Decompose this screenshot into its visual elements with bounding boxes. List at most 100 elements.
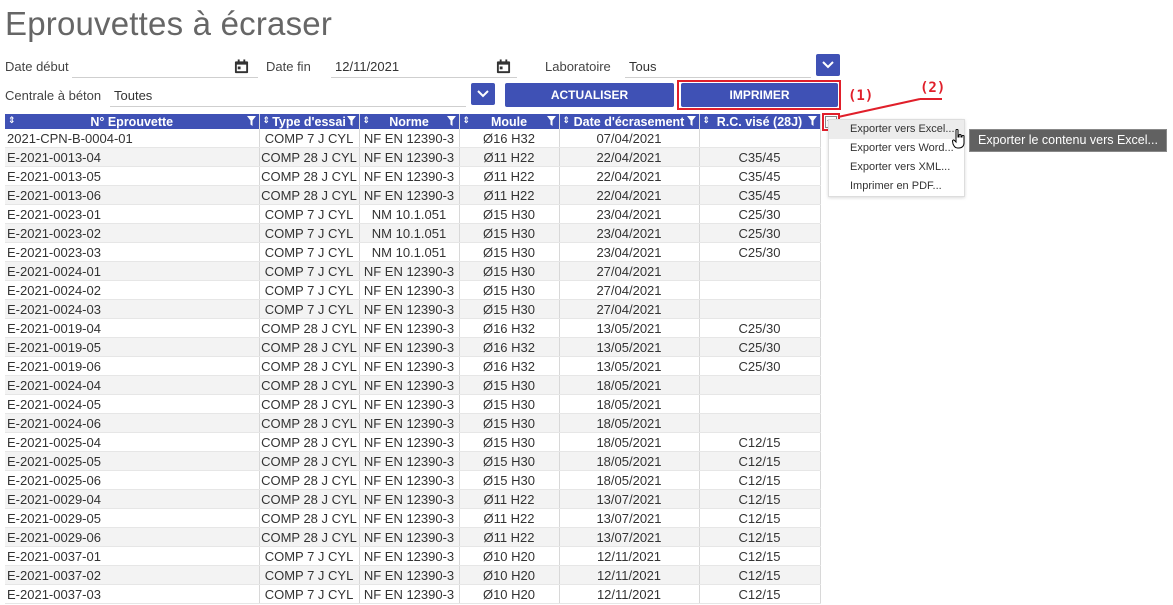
centrale-dropdown-button[interactable] [471,83,495,105]
cell-norme: NF EN 12390-3 [359,451,460,471]
table-row[interactable]: E-2021-0037-01 COMP 7 J CYL NF EN 12390-3 Ø… [5,546,821,566]
cell-type-essai: COMP 28 J CYL [259,185,360,205]
imprimer-button[interactable]: IMPRIMER [681,83,838,107]
cell-rc-vise: C25/30 [699,242,821,262]
export-excel-item[interactable]: Exporter vers Excel... [829,120,964,139]
table-row[interactable]: 2021-CPN-B-0004-01 COMP 7 J CYL NF EN 1239… [5,129,821,148]
filter-icon[interactable] [446,116,456,126]
cell-rc-vise [699,261,821,281]
actualiser-button[interactable]: ACTUALISER [505,83,674,107]
filter-icon[interactable] [686,116,696,126]
cell-moule: Ø15 H30 [459,280,560,300]
table-row[interactable]: E-2021-0024-01 COMP 7 J CYL NF EN 12390-3 Ø… [5,261,821,281]
cell-numero: 2021-CPN-B-0004-01 [5,129,260,148]
cell-moule: Ø15 H30 [459,261,560,281]
column-header-type-essai[interactable]: ⇕ Type d'essai [259,114,360,129]
cell-date-ecrasement: 27/04/2021 [559,280,700,300]
cell-moule: Ø11 H22 [459,185,560,205]
cell-norme: NF EN 12390-3 [359,470,460,490]
table-row[interactable]: E-2021-0024-02 COMP 7 J CYL NF EN 12390-3 Ø… [5,280,821,300]
print-pdf-item[interactable]: Imprimer en PDF... [829,177,964,196]
filter-icon[interactable] [246,116,256,126]
cell-norme: NF EN 12390-3 [359,299,460,319]
cell-numero: E-2021-0023-01 [5,204,260,224]
cell-type-essai: COMP 28 J CYL [259,470,360,490]
date-debut-field[interactable] [72,56,258,78]
cell-date-ecrasement: 23/04/2021 [559,204,700,224]
column-header-numero[interactable]: ⇕ N° Eprouvette [5,114,260,129]
cell-type-essai: COMP 28 J CYL [259,508,360,528]
cell-rc-vise: C35/45 [699,166,821,186]
column-header-rc-vise[interactable]: ⇕ R.C. visé (28J) [699,114,821,129]
cell-rc-vise: C12/15 [699,584,821,604]
eprouvettes-table: ⇕ N° Eprouvette ⇕ Type d'essai ⇕ Norme ⇕ Moule ⇕… [5,114,821,604]
export-xml-item[interactable]: Exporter vers XML... [829,158,964,177]
table-row[interactable]: E-2021-0037-02 COMP 7 J CYL NF EN 12390-3 Ø… [5,565,821,585]
table-row[interactable]: E-2021-0037-03 COMP 7 J CYL NF EN 12390-3 Ø… [5,584,821,604]
table-row[interactable]: E-2021-0025-06 COMP 28 J CYL NF EN 12390-3… [5,470,821,490]
cell-numero: E-2021-0024-02 [5,280,260,300]
sort-icon[interactable]: ⇕ [563,115,571,126]
cell-moule: Ø15 H30 [459,451,560,471]
cell-norme: NF EN 12390-3 [359,375,460,395]
cell-type-essai: COMP 28 J CYL [259,166,360,186]
cell-type-essai: COMP 7 J CYL [259,280,360,300]
filter-icon[interactable] [807,116,817,126]
cell-norme: NM 10.1.051 [359,204,460,224]
table-row[interactable]: E-2021-0023-03 COMP 7 J CYL NM 10.1.051 Ø15… [5,242,821,262]
laboratoire-select[interactable]: Tous [625,56,811,78]
cell-date-ecrasement: 18/05/2021 [559,375,700,395]
cell-moule: Ø10 H20 [459,584,560,604]
table-row[interactable]: E-2021-0025-05 COMP 28 J CYL NF EN 12390-3… [5,451,821,471]
table-row[interactable]: E-2021-0023-02 COMP 7 J CYL NM 10.1.051 Ø15… [5,223,821,243]
calendar-icon[interactable] [234,59,249,74]
table-row[interactable]: E-2021-0029-04 COMP 28 J CYL NF EN 12390-3… [5,489,821,509]
table-row[interactable]: E-2021-0024-06 COMP 28 J CYL NF EN 12390-3… [5,413,821,433]
centrale-select[interactable]: Toutes [110,85,466,107]
table-row[interactable]: E-2021-0013-06 COMP 28 J CYL NF EN 12390-3… [5,185,821,205]
table-row[interactable]: E-2021-0019-04 COMP 28 J CYL NF EN 12390-3… [5,318,821,338]
sort-icon[interactable]: ⇕ [8,115,16,126]
filter-icon[interactable] [346,116,356,126]
table-row[interactable]: E-2021-0013-04 COMP 28 J CYL NF EN 12390-3… [5,147,821,167]
cell-norme: NF EN 12390-3 [359,337,460,357]
table-row[interactable]: E-2021-0019-06 COMP 28 J CYL NF EN 12390-3… [5,356,821,376]
table-row[interactable]: E-2021-0013-05 COMP 28 J CYL NF EN 12390-3… [5,166,821,186]
table-row[interactable]: E-2021-0024-05 COMP 28 J CYL NF EN 12390-3… [5,394,821,414]
table-row[interactable]: E-2021-0029-05 COMP 28 J CYL NF EN 12390-3… [5,508,821,528]
cell-norme: NF EN 12390-3 [359,413,460,433]
cell-moule: Ø10 H20 [459,546,560,566]
filter-icon[interactable] [546,116,556,126]
sort-icon[interactable]: ⇕ [703,115,711,126]
table-row[interactable]: E-2021-0023-01 COMP 7 J CYL NM 10.1.051 Ø15… [5,204,821,224]
cell-date-ecrasement: 07/04/2021 [559,129,700,148]
column-header-norme[interactable]: ⇕ Norme [359,114,460,129]
sort-icon[interactable]: ⇕ [263,115,271,126]
cell-date-ecrasement: 18/05/2021 [559,413,700,433]
cell-numero: E-2021-0025-05 [5,451,260,471]
cell-type-essai: COMP 7 J CYL [259,261,360,281]
export-word-item[interactable]: Exporter vers Word... [829,139,964,158]
date-fin-field[interactable]: 12/11/2021 [331,56,517,78]
cell-date-ecrasement: 12/11/2021 [559,546,700,566]
table-row[interactable]: E-2021-0025-04 COMP 28 J CYL NF EN 12390-3… [5,432,821,452]
laboratoire-dropdown-button[interactable] [816,54,840,76]
table-row[interactable]: E-2021-0019-05 COMP 28 J CYL NF EN 12390-3… [5,337,821,357]
cell-numero: E-2021-0023-03 [5,242,260,262]
calendar-icon[interactable] [496,59,511,74]
cell-date-ecrasement: 27/04/2021 [559,299,700,319]
column-header-moule[interactable]: ⇕ Moule [459,114,560,129]
cell-type-essai: COMP 28 J CYL [259,489,360,509]
cell-rc-vise: C25/30 [699,204,821,224]
sort-icon[interactable]: ⇕ [363,115,371,126]
table-row[interactable]: E-2021-0024-04 COMP 28 J CYL NF EN 12390-3… [5,375,821,395]
table-row[interactable]: E-2021-0024-03 COMP 7 J CYL NF EN 12390-3 Ø… [5,299,821,319]
cell-moule: Ø16 H32 [459,318,560,338]
sort-icon[interactable]: ⇕ [463,115,471,126]
cell-type-essai: COMP 7 J CYL [259,584,360,604]
table-row[interactable]: E-2021-0029-06 COMP 28 J CYL NF EN 12390-3… [5,527,821,547]
cell-date-ecrasement: 12/11/2021 [559,565,700,585]
column-header-date-ecrasement[interactable]: ⇕ Date d'écrasement [559,114,700,129]
cell-numero: E-2021-0024-04 [5,375,260,395]
cell-moule: Ø15 H30 [459,223,560,243]
